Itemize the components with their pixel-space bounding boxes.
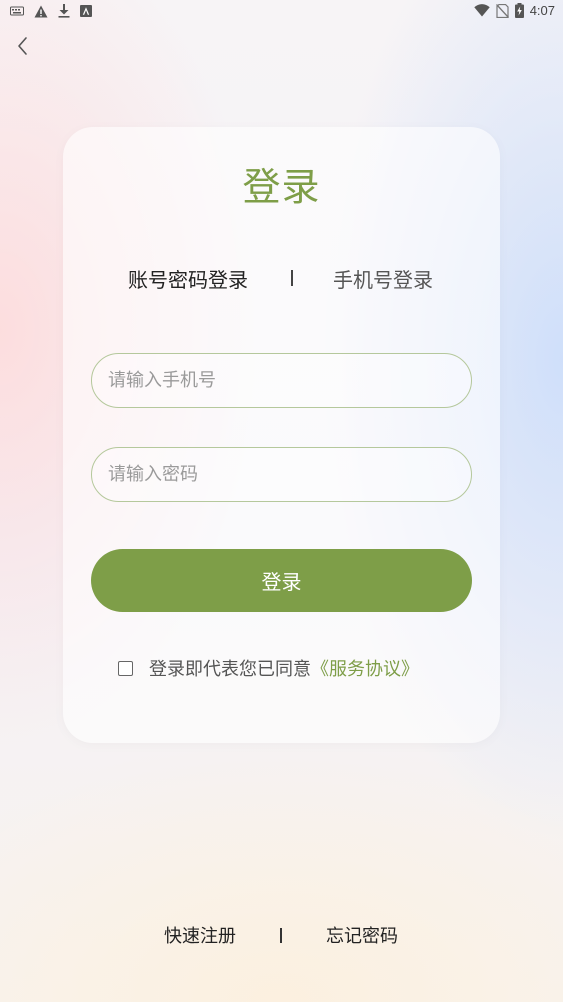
tab-phone-login[interactable]: 手机号登录 (333, 264, 433, 293)
chevron-left-icon (18, 37, 27, 55)
footer-links: 快速注册 忘记密码 (0, 922, 563, 950)
font-icon (80, 5, 92, 17)
download-icon (58, 4, 70, 18)
status-bar: 4:07 (0, 0, 563, 24)
back-button[interactable] (10, 34, 34, 58)
login-card (63, 127, 500, 743)
status-bar-left (10, 4, 92, 18)
forgot-password-link[interactable]: 忘记密码 (326, 922, 398, 948)
page-title: 登录 (242, 165, 321, 209)
keyboard-icon (10, 6, 24, 16)
agreement-text: 登录即代表您已同意 (149, 659, 311, 680)
agreement-checkbox[interactable] (118, 660, 133, 676)
password-input[interactable] (92, 448, 471, 501)
phone-input[interactable] (92, 354, 471, 407)
no-sim-icon (495, 3, 509, 18)
login-tabs: 账号密码登录 手机号登录 (0, 264, 563, 294)
footer-divider (280, 928, 282, 943)
status-bar-right: 4:07 (473, 3, 555, 18)
login-button[interactable]: 登录 (91, 549, 472, 612)
battery-charging-icon (514, 3, 524, 18)
service-agreement-link[interactable]: 《服务协议》 (311, 655, 419, 681)
password-field (91, 447, 472, 502)
tab-divider (291, 270, 293, 286)
tab-account-password-login[interactable]: 账号密码登录 (128, 264, 248, 293)
status-time: 4:07 (529, 3, 555, 18)
phone-field (91, 353, 472, 408)
quick-register-link[interactable]: 快速注册 (164, 922, 236, 948)
warning-icon (34, 5, 48, 18)
wifi-icon (473, 4, 490, 17)
agreement-row: 登录即代表您已同意 《服务协议》 (118, 655, 419, 681)
